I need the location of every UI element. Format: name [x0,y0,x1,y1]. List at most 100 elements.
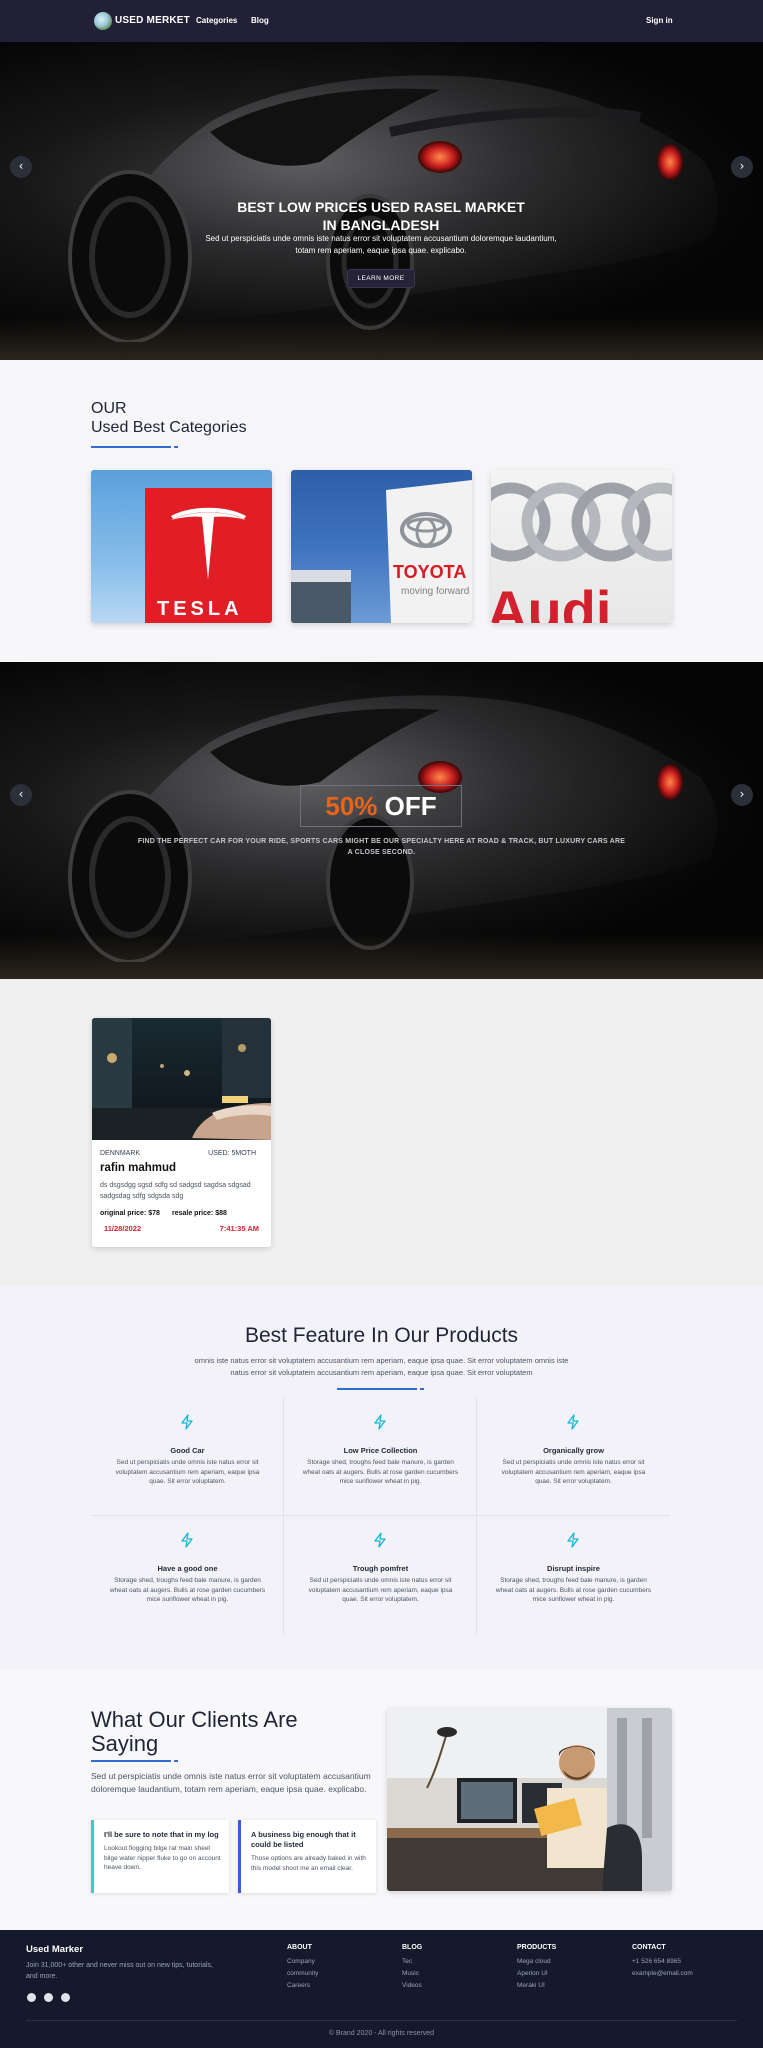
offer-prev-button[interactable]: ‹ [10,784,32,806]
category-card-audi[interactable]: Audi [491,470,672,623]
audi-logo: Audi [491,482,672,623]
nav-link-categories[interactable]: Categories [196,16,237,25]
product-image [92,1018,271,1140]
heading-underline [91,446,171,448]
top-navbar: USED MERKET Categories Blog Sign in [0,0,763,42]
hero-title: BEST LOW PRICES USED RASEL MARKET IN BAN… [237,199,525,233]
feature-description: Sed ut perspiciatis unde omnis iste natu… [308,1577,453,1603]
product-used-duration: USED: 5MOTH [208,1150,256,1157]
features-section: Best Feature In Our Products omnis iste … [0,1286,763,1670]
road-shadow [0,934,763,979]
testimonial-quote: A business big enough that it could be l… [251,1830,356,1849]
product-original-price: original price: $78 [100,1210,160,1217]
nav-link-blog[interactable]: Blog [251,16,269,25]
footer-col-blog-title: BLOG [402,1944,423,1951]
feature-name: Disrupt inspire [547,1564,600,1573]
tesla-logo: TESLA [145,488,272,623]
categories-section: OUR Used Best Categories TESLA TOYOTA mo… [0,360,763,662]
feature-card-2: Low Price Collection Storage shed, troug… [284,1398,477,1516]
testimonials-subtitle: Sed ut perspiciatis unde omnis iste natu… [91,1771,371,1794]
brand-name[interactable]: USED MERKET [115,15,190,26]
feature-name: Trough pomfret [352,1564,409,1573]
carousel-prev-button[interactable]: ‹ [10,156,32,178]
bolt-icon [374,1414,386,1430]
bolt-icon [567,1414,579,1430]
feature-description: Storage shed, troughs feed bale manure, … [495,1577,652,1603]
footer-divider [26,2020,737,2021]
product-date: 11/28/2022 [104,1224,142,1233]
footer-link[interactable]: community [287,1970,318,1977]
office-man-image [387,1708,672,1891]
testimonials-underline [91,1760,171,1762]
footer-brand: Used Marker [26,1944,84,1955]
categories-heading-line1: OUR [91,400,127,417]
learn-more-button[interactable]: LEARN MORE [347,269,415,288]
offer-next-button[interactable]: › [731,784,753,806]
github-icon[interactable] [61,1993,70,2002]
feature-card-4: Have a good one Storage shed, troughs fe… [91,1516,284,1634]
testimonials-title: What Our Clients Are Saying [91,1707,298,1756]
offer-off: OFF [384,791,437,821]
chevron-left-icon: ‹ [18,787,24,801]
footer-link[interactable]: Aperion UI [517,1970,548,1977]
footer-link[interactable]: Company [287,1958,315,1965]
bolt-icon [567,1532,579,1548]
footer-link[interactable]: Mega cloud [517,1958,551,1965]
audi-wordmark: Audi [491,579,611,623]
footer-copyright: © Brand 2020 - All rights reserved [328,2030,435,2037]
bolt-icon [181,1414,193,1430]
product-card[interactable]: DENNMARK USED: 5MOTH rafin mahmud ds dsg… [92,1018,271,1247]
feature-name: Organically grow [543,1446,604,1455]
features-underline-dot [420,1388,424,1390]
road-shadow [0,317,763,360]
footer-email[interactable]: example@email.com [632,1970,693,1977]
feature-description: Sed ut perspiciatis unde omnis iste natu… [115,1459,260,1485]
dribbble-icon[interactable] [27,1993,36,2002]
brand-logo-icon[interactable] [94,12,112,30]
footer-col-contact-title: CONTACT [632,1944,666,1951]
chevron-right-icon: › [739,159,745,173]
footer-link[interactable]: Careers [287,1982,310,1989]
category-card-toyota[interactable]: TOYOTA moving forward [291,470,472,623]
footer-link[interactable]: Music [402,1970,419,1977]
testimonial-text: Those options are already baked in with … [251,1855,366,1872]
footer-link[interactable]: Tec [402,1958,412,1965]
footer-col-about-title: ABOUT [287,1944,312,1951]
feature-card-6: Disrupt inspire Storage shed, troughs fe… [477,1516,670,1634]
categories-heading-line2: Used Best Categories [91,419,247,436]
offer-carousel: ‹ › 50% OFF FIND THE PERFECT CAR FOR YOU… [0,662,763,979]
category-card-tesla[interactable]: TESLA [91,470,272,623]
footer-col-products-title: PRODUCTS [517,1944,557,1951]
feature-description: Sed ut perspiciatis unde omnis iste natu… [501,1459,646,1485]
testimonial-card-2: A business big enough that it could be l… [238,1820,376,1893]
feature-name: Good Car [170,1446,205,1455]
footer-tagline: Join 31,000+ other and never miss out on… [26,1962,213,1980]
heading-underline-dot [174,446,178,448]
footer: Used Marker Join 31,000+ other and never… [0,1930,763,2048]
feature-card-3: Organically grow Sed ut perspiciatis und… [477,1398,670,1516]
product-time: 7:41:35 AM [219,1224,259,1233]
product-location: DENNMARK [100,1150,141,1157]
bolt-icon [181,1532,193,1548]
chevron-left-icon: ‹ [18,159,24,173]
carousel-next-button[interactable]: › [731,156,753,178]
signin-link[interactable]: Sign in [646,16,673,25]
testimonial-photo [387,1708,672,1891]
toyota-wordmark: TOYOTA [393,562,466,582]
toyota-tagline: moving forward [401,586,469,597]
hero-subtitle: Sed ut perspiciatis unde omnis iste natu… [205,234,557,255]
footer-link[interactable]: Videos [402,1982,422,1989]
product-seller-name: rafin mahmud [100,1162,177,1174]
facebook-icon[interactable] [44,1993,53,2002]
feature-card-1: Good Car Sed ut perspiciatis unde omnis … [91,1398,284,1516]
footer-phone[interactable]: +1 526 654 8965 [632,1958,681,1965]
hero-carousel: ‹ › BEST LOW PRICES USED RASEL MARKET IN… [0,42,763,360]
features-subtitle: omnis iste natus error sit voluptatem ac… [194,1356,569,1377]
feature-card-5: Trough pomfret Sed ut perspiciatis unde … [284,1516,477,1634]
footer-link[interactable]: Meraki UI [517,1982,545,1989]
products-section: DENNMARK USED: 5MOTH rafin mahmud ds dsg… [0,979,763,1286]
toyota-logo: TOYOTA moving forward [291,480,472,623]
offer-headline: 50% OFF [300,790,462,822]
features-underline [337,1388,417,1390]
testimonial-quote: I'll be sure to note that in my log [104,1830,219,1839]
